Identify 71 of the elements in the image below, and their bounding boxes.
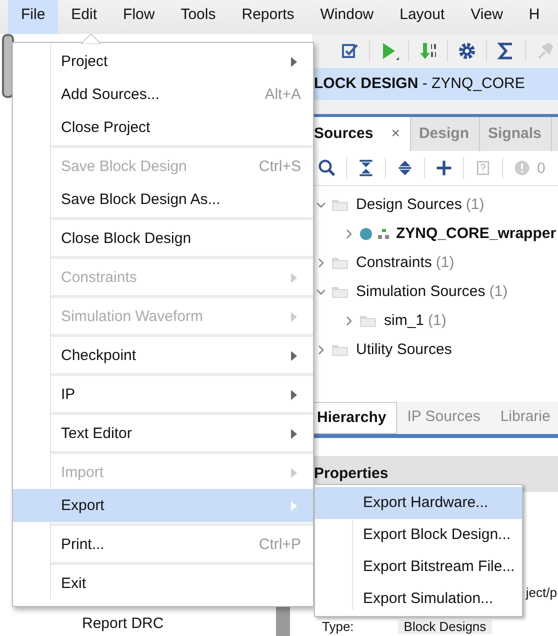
add-icon[interactable] — [435, 159, 453, 177]
status-dot-icon — [360, 228, 372, 240]
navigator-item[interactable]: Report DRC — [82, 615, 164, 632]
chevron-icon[interactable] — [316, 200, 326, 210]
folder-icon — [332, 256, 348, 268]
folder-icon — [332, 344, 348, 356]
menu-bar-item[interactable]: File — [8, 0, 58, 34]
submenu-arrow-icon — [291, 468, 297, 478]
menu-item[interactable]: Close Project — [13, 111, 313, 144]
chevron-icon[interactable] — [316, 286, 326, 296]
collapse-all-icon[interactable] — [357, 159, 375, 177]
chevron-icon[interactable] — [344, 228, 354, 238]
menu-bar-item[interactable]: H — [516, 0, 553, 34]
menu-bar-item[interactable]: Flow — [110, 0, 168, 34]
submenu-arrow-icon — [291, 428, 297, 438]
tree-item[interactable]: Utility Sources — [356, 341, 452, 358]
menu-item[interactable]: Export Simulation... — [315, 583, 522, 615]
property-value: Block Designs — [398, 620, 492, 634]
settings-icon[interactable] — [457, 41, 477, 61]
panel-tab[interactable]: Sources × — [312, 117, 411, 151]
menu-item[interactable]: Export Bitstream File... — [315, 551, 522, 583]
menu-item[interactable]: Export — [13, 489, 313, 522]
folder-icon — [332, 198, 348, 210]
menu-bar-item[interactable]: Layout — [386, 0, 458, 34]
search-icon[interactable] — [318, 159, 336, 177]
folder-icon — [332, 286, 348, 298]
shortcut-text: Ctrl+S — [258, 158, 301, 175]
menu-item[interactable]: Add Sources... Alt+A — [13, 78, 313, 111]
download-binary-icon[interactable] — [418, 41, 438, 61]
submenu-arrow-icon — [291, 272, 297, 282]
properties-title: Properties — [314, 465, 388, 482]
path-text: ject/p — [526, 585, 557, 600]
tree-item[interactable]: sim_1 — [384, 312, 424, 329]
property-label: Type: — [322, 620, 354, 634]
hierarchy-icon — [378, 228, 390, 238]
chevron-icon[interactable] — [316, 344, 326, 354]
item-count: (1) — [489, 283, 508, 300]
tree-item[interactable]: Constraints — [356, 254, 432, 271]
folder-icon — [360, 314, 376, 326]
submenu-arrow-icon — [291, 390, 297, 400]
menu-item[interactable]: Save Block Design As... — [13, 183, 313, 216]
warning-icon — [513, 159, 531, 177]
help-icon — [474, 159, 492, 177]
menu-item[interactable]: Project — [13, 45, 313, 78]
shortcut-text: Ctrl+P — [258, 536, 301, 553]
chevron-icon[interactable] — [344, 316, 354, 326]
menu-item[interactable]: Export Hardware... — [315, 487, 522, 519]
shortcut-text: Alt+A — [264, 86, 301, 103]
menu-bar-item[interactable]: View — [458, 0, 516, 34]
close-tab-button[interactable]: × — [391, 125, 400, 142]
design-header: LOCK DESIGN - ZYNQ_CORE — [312, 68, 558, 100]
item-count: (1) — [436, 254, 454, 271]
tree-item[interactable]: ZYNQ_CORE_wrapper — [396, 225, 556, 242]
checkbox-icon[interactable] — [340, 41, 360, 61]
menu-bar-item[interactable]: Window — [307, 0, 387, 34]
submenu-arrow-icon — [291, 312, 297, 322]
tree-item[interactable]: Design Sources — [356, 196, 462, 213]
menu-item[interactable]: Export Block Design... — [315, 519, 522, 551]
item-count: (1) — [466, 196, 484, 213]
submenu-arrow-icon — [291, 500, 297, 510]
submenu-arrow-icon — [291, 56, 297, 66]
item-count: (1) — [428, 312, 446, 329]
menu-bar-item[interactable]: Edit — [58, 0, 110, 34]
menu-bar-item[interactable]: Reports — [228, 0, 308, 34]
warning-count: 0 — [537, 160, 546, 176]
chevron-icon[interactable] — [316, 258, 326, 268]
expand-all-icon[interactable] — [396, 159, 414, 177]
panel-tab[interactable]: Hierarchy — [312, 402, 398, 434]
tree-item[interactable]: Simulation Sources — [356, 283, 486, 300]
submenu-arrow-icon — [291, 350, 297, 360]
menu-bar-item[interactable]: Tools — [168, 0, 229, 34]
